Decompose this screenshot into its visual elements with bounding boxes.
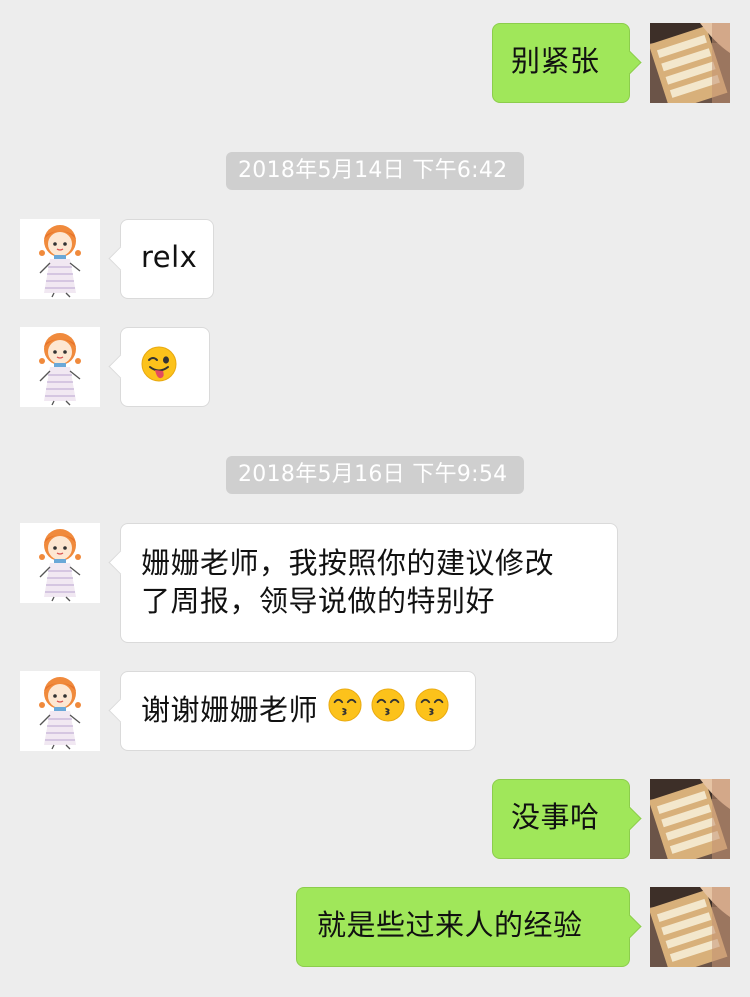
message-text-line: 姗姗老师，我按照你的建议修改 [141,546,555,580]
outgoing-message-bubble[interactable]: 没事哈 [492,779,630,859]
incoming-message-bubble[interactable]: 姗姗老师，我按照你的建议修改 了周报，领导说做的特别好 [120,523,618,643]
cartoon-girl-avatar-icon [20,671,100,751]
message-text: 就是些过来人的经验 [317,908,583,942]
message-text: 谢谢姗姗老师 [141,692,319,727]
cartoon-girl-avatar-icon [20,219,100,299]
incoming-message-bubble[interactable] [120,327,210,407]
message-text-line: 了周报，领导说做的特别好 [141,584,496,618]
self-avatar-photo-icon [650,23,730,103]
incoming-message-bubble[interactable]: relx [120,219,214,299]
contact-avatar[interactable] [20,671,100,751]
message-text: 别紧张 [511,44,600,78]
self-avatar[interactable] [650,23,730,103]
cartoon-girl-avatar-icon [20,523,100,603]
cartoon-girl-avatar-icon [20,327,100,407]
outgoing-message-bubble[interactable]: 别紧张 [492,23,630,103]
self-avatar[interactable] [650,887,730,967]
kissing-smiling-eyes-emoji-icon [328,688,362,731]
outgoing-message-bubble[interactable]: 就是些过来人的经验 [296,887,630,967]
contact-avatar[interactable] [20,523,100,603]
message-text: 没事哈 [511,800,600,834]
self-avatar-photo-icon [650,779,730,859]
self-avatar-photo-icon [650,887,730,967]
self-avatar[interactable] [650,779,730,859]
winking-tongue-emoji-icon [141,346,177,391]
kissing-smiling-eyes-emoji-icon [371,688,405,731]
contact-avatar[interactable] [20,327,100,407]
incoming-message-bubble[interactable]: 谢谢姗姗老师 [120,671,476,751]
timestamp: 2018年5月14日 下午6:42 [226,152,524,190]
timestamp: 2018年5月16日 下午9:54 [226,456,524,494]
kissing-smiling-eyes-emoji-icon [415,688,449,731]
contact-avatar[interactable] [20,219,100,299]
chat-message-list[interactable]: 别紧张 2018年5月14日 下午6:42 relx 2018年5月16日 下午… [0,0,750,997]
message-text: relx [141,240,198,274]
